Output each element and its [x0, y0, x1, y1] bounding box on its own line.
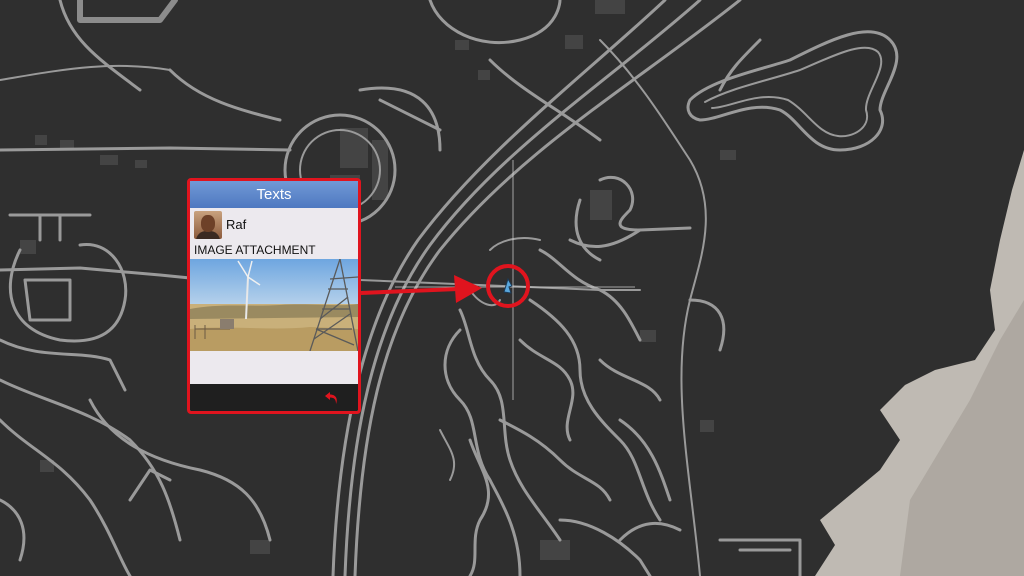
- phone-texts-panel: Texts Raf IMAGE ATTACHMENT: [187, 178, 361, 414]
- attachment-label: IMAGE ATTACHMENT: [194, 243, 316, 257]
- contact-avatar: [194, 210, 222, 239]
- blip-marker-icon[interactable]: [498, 276, 518, 296]
- attachment-image[interactable]: [190, 259, 358, 351]
- contact-name: Raf: [226, 217, 247, 232]
- phone-footer: [190, 384, 358, 411]
- message-contact-row[interactable]: Raf: [190, 208, 358, 241]
- back-arrow-icon[interactable]: [324, 390, 340, 406]
- phone-header-title: Texts: [190, 181, 358, 208]
